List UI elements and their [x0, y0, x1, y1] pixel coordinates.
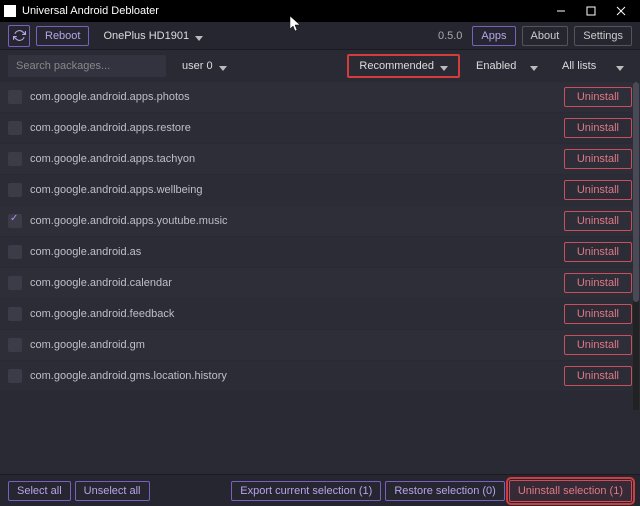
chevron-down-icon	[530, 62, 538, 70]
app-icon	[4, 5, 16, 17]
package-name: com.google.android.as	[30, 246, 556, 258]
package-row[interactable]: com.google.android.apps.tachyon Uninstall	[0, 144, 640, 174]
minimize-button[interactable]	[546, 1, 576, 21]
uninstall-button[interactable]: Uninstall	[564, 149, 632, 169]
package-row[interactable]: com.google.android.feedback Uninstall	[0, 299, 640, 329]
chevron-down-icon	[219, 62, 227, 70]
user-dropdown[interactable]: user 0	[174, 57, 235, 75]
search-input[interactable]	[8, 55, 166, 77]
main-toolbar: Reboot OnePlus HD1901 0.5.0 Apps About S…	[0, 22, 640, 50]
package-row[interactable]: com.google.android.calendar Uninstall	[0, 268, 640, 298]
chevron-down-icon	[440, 62, 448, 70]
restore-selection-button[interactable]: Restore selection (0)	[385, 481, 505, 501]
package-checkbox[interactable]	[8, 307, 22, 321]
scrollbar[interactable]	[633, 82, 639, 410]
package-checkbox[interactable]	[8, 183, 22, 197]
package-name: com.google.android.apps.youtube.music	[30, 215, 556, 227]
settings-button[interactable]: Settings	[574, 26, 632, 46]
package-list: com.google.android.apps.photosUninstallc…	[0, 82, 640, 412]
export-selection-button[interactable]: Export current selection (1)	[231, 481, 381, 501]
scope-filter-dropdown[interactable]: All lists	[554, 57, 632, 75]
package-checkbox[interactable]	[8, 152, 22, 166]
package-name: com.google.android.gms.location.history	[30, 370, 556, 382]
close-button[interactable]	[606, 1, 636, 21]
uninstall-button[interactable]: Uninstall	[564, 180, 632, 200]
package-row[interactable]: com.google.android.apps.youtube.music Uni…	[0, 206, 640, 236]
about-button[interactable]: About	[522, 26, 569, 46]
chevron-down-icon	[616, 62, 624, 70]
package-checkbox[interactable]	[8, 338, 22, 352]
package-name: com.google.android.apps.tachyon	[30, 153, 556, 165]
refresh-button[interactable]	[8, 25, 30, 47]
package-row[interactable]: com.google.android.apps.restore Uninstall	[0, 113, 640, 143]
scrollbar-thumb[interactable]	[633, 82, 639, 302]
package-checkbox[interactable]	[8, 245, 22, 259]
maximize-button[interactable]	[576, 1, 606, 21]
list-filter-dropdown[interactable]: Recommended	[351, 57, 456, 75]
uninstall-button[interactable]: Uninstall	[564, 211, 632, 231]
package-name: com.google.android.feedback	[30, 308, 556, 320]
package-name: com.google.android.apps.wellbeing	[30, 184, 556, 196]
package-name: com.google.android.gm	[30, 339, 556, 351]
uninstall-button[interactable]: Uninstall	[564, 118, 632, 138]
uninstall-button[interactable]: Uninstall	[564, 87, 632, 107]
uninstall-button[interactable]: Uninstall	[564, 366, 632, 386]
package-checkbox[interactable]	[8, 214, 22, 228]
apps-button[interactable]: Apps	[472, 26, 515, 46]
filter-bar: user 0 Recommended Enabled All lists	[0, 50, 640, 82]
package-row[interactable]: com.google.android.gms.location.history U…	[0, 361, 640, 391]
package-row[interactable]: com.google.android.gm Uninstall	[0, 330, 640, 360]
unselect-all-button[interactable]: Unselect all	[75, 481, 150, 501]
uninstall-button[interactable]: Uninstall	[564, 304, 632, 324]
status-filter-dropdown[interactable]: Enabled	[468, 57, 546, 75]
package-row[interactable]: com.google.android.as Uninstall	[0, 237, 640, 267]
chevron-down-icon	[195, 32, 203, 40]
reboot-button[interactable]: Reboot	[36, 26, 89, 46]
window-title: Universal Android Debloater	[22, 5, 546, 17]
uninstall-button[interactable]: Uninstall	[564, 273, 632, 293]
package-checkbox[interactable]	[8, 90, 22, 104]
device-dropdown[interactable]: OnePlus HD1901	[95, 27, 211, 45]
titlebar: Universal Android Debloater	[0, 0, 640, 22]
package-checkbox[interactable]	[8, 276, 22, 290]
version-label: 0.5.0	[438, 30, 462, 42]
uninstall-button[interactable]: Uninstall	[564, 335, 632, 355]
select-all-button[interactable]: Select all	[8, 481, 71, 501]
package-name: com.google.android.apps.restore	[30, 122, 556, 134]
package-checkbox[interactable]	[8, 121, 22, 135]
device-label: OnePlus HD1901	[103, 30, 189, 42]
uninstall-selection-button[interactable]: Uninstall selection (1)	[509, 480, 632, 502]
package-name: com.google.android.apps.photos	[30, 91, 556, 103]
bottom-bar: Select all Unselect all Export current s…	[0, 474, 640, 506]
package-name: com.google.android.calendar	[30, 277, 556, 289]
uninstall-button[interactable]: Uninstall	[564, 242, 632, 262]
package-row[interactable]: com.google.android.apps.wellbeing Uninsta…	[0, 175, 640, 205]
package-checkbox[interactable]	[8, 369, 22, 383]
package-row[interactable]: com.google.android.apps.photos Uninstall	[0, 82, 640, 112]
